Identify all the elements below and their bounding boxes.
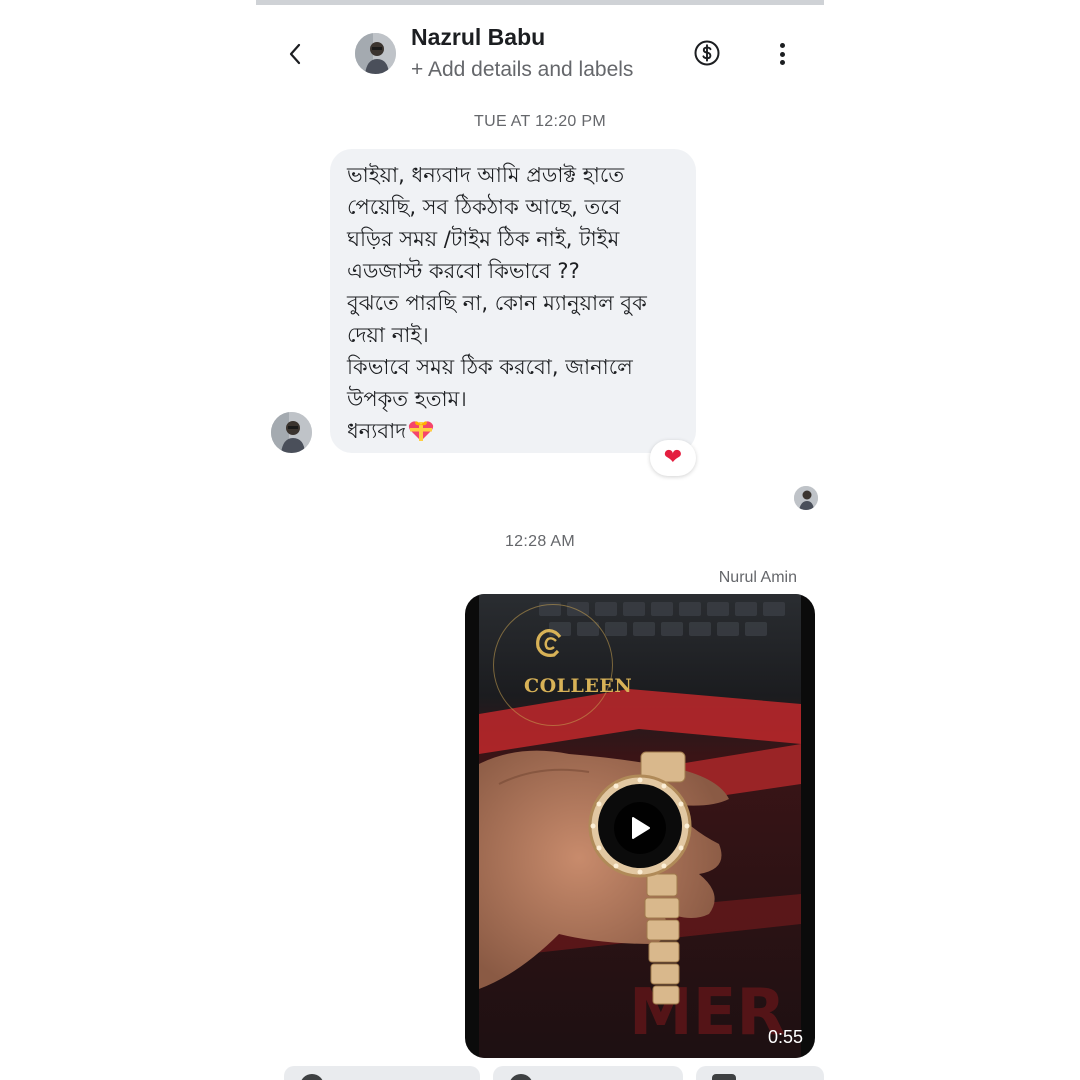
messenger-screen: Nazrul Babu + Add details and labels TUE… bbox=[256, 0, 824, 1080]
message-line: এডজাস্ট করবো কিভাবে ?? bbox=[347, 259, 580, 283]
play-icon bbox=[632, 817, 650, 839]
video-duration: 0:55 bbox=[767, 1027, 803, 1047]
brand-logo: COLLEEN bbox=[493, 604, 632, 726]
top-divider bbox=[256, 0, 824, 5]
quick-reply-chip[interactable] bbox=[696, 1066, 824, 1080]
sender-avatar[interactable] bbox=[271, 412, 312, 453]
sender-name: Nurul Amin bbox=[718, 569, 797, 586]
chevron-left-icon bbox=[289, 43, 301, 65]
message-line: বুঝতে পারছি না, কোন ম্যানুয়াল বুক bbox=[347, 291, 647, 315]
message-timestamp: 12:28 AM bbox=[504, 533, 575, 550]
more-options-button[interactable] bbox=[770, 40, 794, 68]
message-line: ঘড়ির সময় /টাইম ঠিক নাই, টাইম bbox=[347, 227, 620, 251]
brand-name: COLLEEN bbox=[524, 675, 633, 697]
chip-icon bbox=[509, 1074, 533, 1080]
video-message[interactable]: MER COLLEEN 0:55 bbox=[465, 594, 815, 1058]
incoming-message-bubble[interactable]: ভাইয়া, ধন্যবাদ আমি প্রডাক্ট হাতে পেয়েছ… bbox=[330, 149, 696, 453]
add-details-link[interactable]: + Add details and labels bbox=[411, 58, 633, 82]
message-line: ভাইয়া, ধন্যবাদ আমি প্রডাক্ট হাতে bbox=[347, 163, 625, 187]
seen-by-avatar bbox=[794, 486, 818, 510]
play-button[interactable] bbox=[614, 802, 666, 854]
message-line: দেয়া নাই। bbox=[347, 323, 429, 347]
dollar-circle-icon bbox=[694, 40, 720, 66]
quick-reply-chip[interactable] bbox=[493, 1066, 683, 1080]
gift-heart-emoji-icon bbox=[408, 419, 434, 441]
heart-reaction[interactable]: ❤ bbox=[650, 440, 696, 476]
contact-avatar[interactable] bbox=[355, 33, 396, 74]
colleen-logo-icon bbox=[536, 629, 562, 657]
more-vertical-icon bbox=[779, 43, 785, 48]
message-line: কিভাবে সময় ঠিক করবো, জানালে bbox=[347, 355, 633, 379]
back-button[interactable] bbox=[278, 36, 314, 72]
payment-button[interactable] bbox=[693, 39, 721, 67]
message-line: পেয়েছি, সব ঠিকঠাক আছে, তবে bbox=[347, 195, 621, 219]
message-line: উপকৃত হতাম। bbox=[347, 387, 467, 411]
message-line-text: ধন্যবাদ bbox=[347, 419, 407, 443]
chip-icon bbox=[712, 1074, 736, 1080]
heart-icon: ❤ bbox=[663, 445, 683, 470]
quick-reply-chip[interactable] bbox=[284, 1066, 480, 1080]
chip-icon bbox=[300, 1074, 324, 1080]
contact-name[interactable]: Nazrul Babu bbox=[411, 24, 545, 51]
svg-text:MER: MER bbox=[629, 976, 786, 1050]
message-line-last: ধন্যবাদ bbox=[347, 415, 680, 447]
message-timestamp: TUE AT 12:20 PM bbox=[474, 113, 606, 130]
